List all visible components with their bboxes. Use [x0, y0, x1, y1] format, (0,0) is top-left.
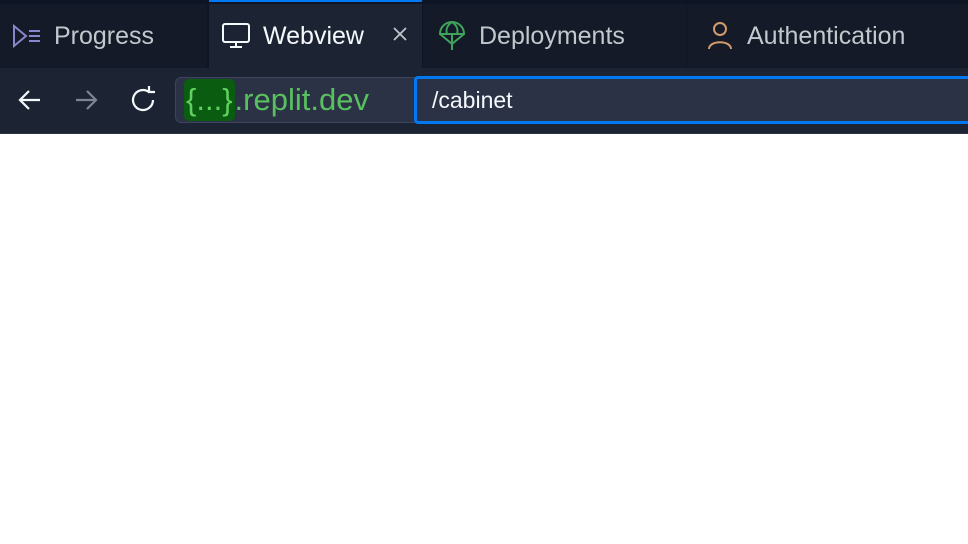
deployments-icon	[437, 21, 467, 51]
address-bar: {...} .replit.dev	[0, 68, 968, 134]
url-domain: .replit.dev	[234, 82, 369, 117]
tab-authentication[interactable]: Authentication	[687, 4, 968, 68]
tab-progress[interactable]: Progress	[0, 4, 208, 68]
tab-label: Authentication	[747, 21, 906, 50]
reload-icon	[131, 86, 155, 112]
webview-content[interactable]	[0, 134, 968, 544]
tab-label: Webview	[263, 21, 364, 50]
tab-bar: Progress Webview Deployments Authenticat…	[0, 0, 968, 68]
url-subdomain: {...}	[184, 79, 235, 121]
tab-label: Deployments	[479, 21, 625, 50]
arrow-right-icon	[76, 90, 98, 110]
arrow-left-icon	[18, 90, 40, 110]
progress-icon	[12, 21, 42, 51]
tab-webview[interactable]: Webview	[208, 0, 423, 68]
reload-button[interactable]	[127, 84, 159, 116]
monitor-icon	[221, 21, 251, 51]
close-icon[interactable]	[388, 22, 412, 46]
person-icon	[705, 21, 735, 51]
forward-button[interactable]	[70, 84, 102, 116]
url-path-input[interactable]	[414, 76, 968, 124]
tab-label: Progress	[54, 21, 155, 50]
url-host[interactable]: {...} .replit.dev	[175, 77, 420, 123]
back-button[interactable]	[14, 84, 46, 116]
tab-deployments[interactable]: Deployments	[423, 4, 687, 68]
